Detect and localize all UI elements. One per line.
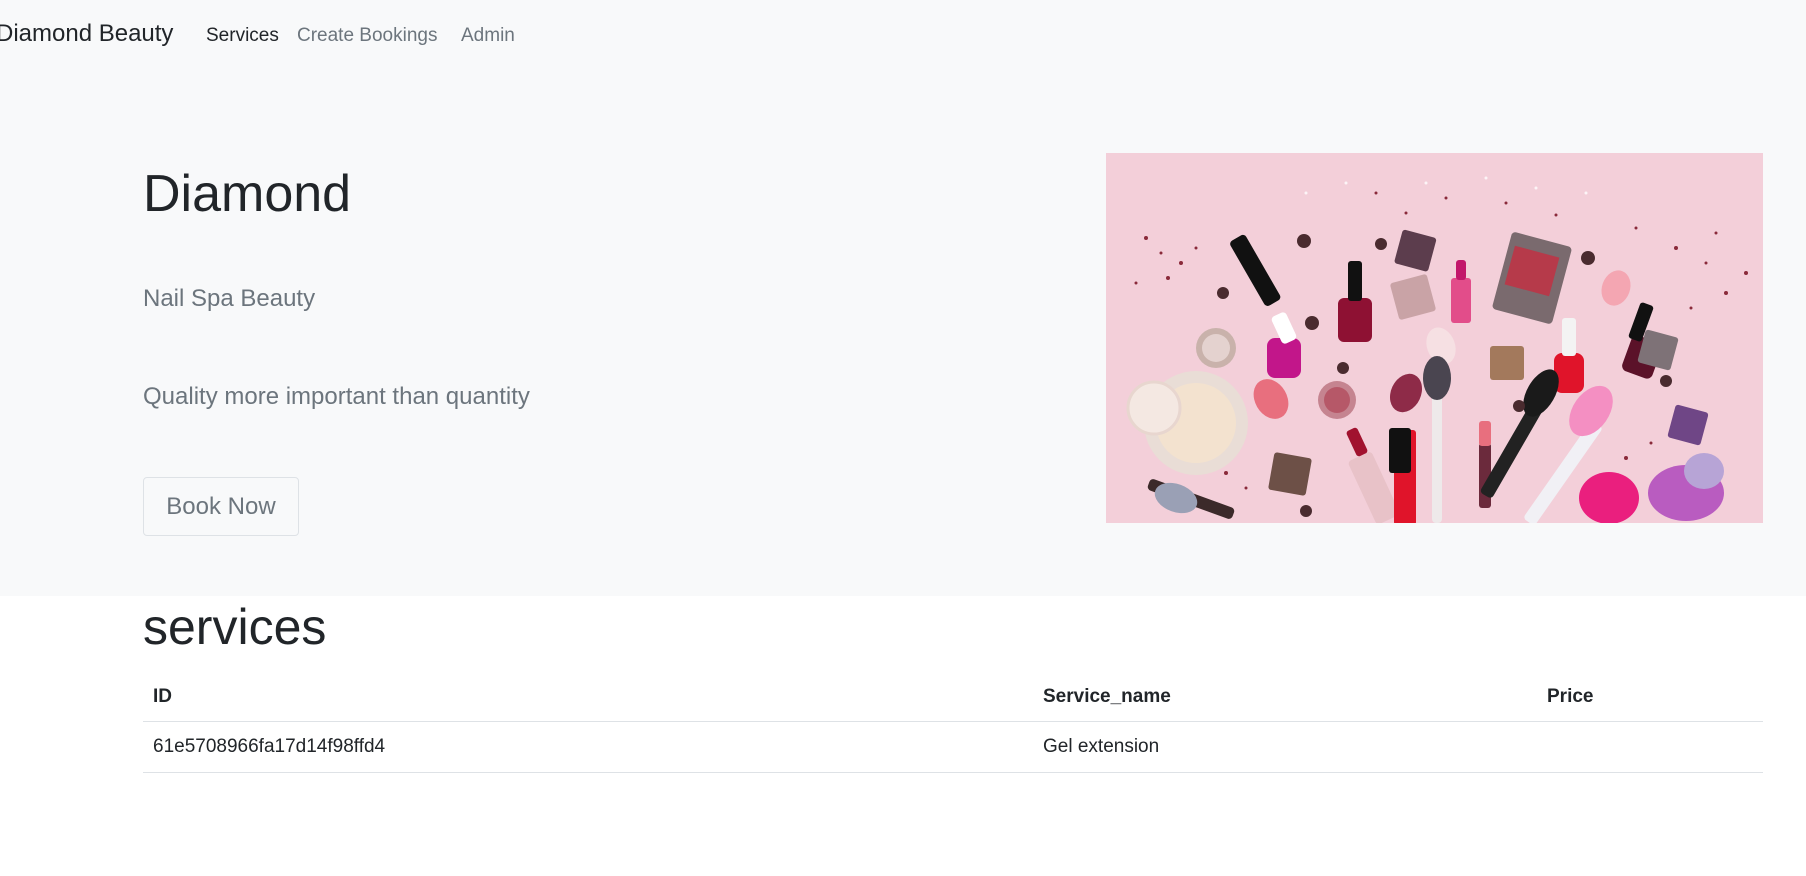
column-header-service-name: Service_name xyxy=(1033,672,1537,722)
navbar: Diamond Beauty Services Create Bookings … xyxy=(0,0,1806,76)
services-heading: services xyxy=(143,599,327,655)
book-now-button[interactable]: Book Now xyxy=(143,477,299,536)
nav-link-create-bookings[interactable]: Create Bookings xyxy=(297,25,437,47)
makeup-flatlay-image xyxy=(1106,153,1763,523)
hero-section: Diamond Nail Spa Beauty Quality more imp… xyxy=(0,76,1806,596)
hero-tagline: Quality more important than quantity xyxy=(143,383,530,410)
cell-id: 61e5708966fa17d14f98ffd4 xyxy=(143,721,1033,773)
hero-title: Diamond xyxy=(143,165,352,223)
hero-subtitle: Nail Spa Beauty xyxy=(143,285,316,312)
column-header-price: Price xyxy=(1537,672,1763,722)
nav-link-admin[interactable]: Admin xyxy=(461,25,515,47)
services-table: ID Service_name Price 61e5708966fa17d14f… xyxy=(143,672,1763,773)
table-row: 61e5708966fa17d14f98ffd4 Gel extension xyxy=(143,721,1763,773)
cell-service-name: Gel extension xyxy=(1033,721,1537,773)
brand-link[interactable]: Diamond Beauty xyxy=(0,20,173,48)
nav-link-services[interactable]: Services xyxy=(206,25,279,47)
cell-price xyxy=(1537,721,1763,773)
table-header-row: ID Service_name Price xyxy=(143,672,1763,722)
column-header-id: ID xyxy=(143,672,1033,722)
